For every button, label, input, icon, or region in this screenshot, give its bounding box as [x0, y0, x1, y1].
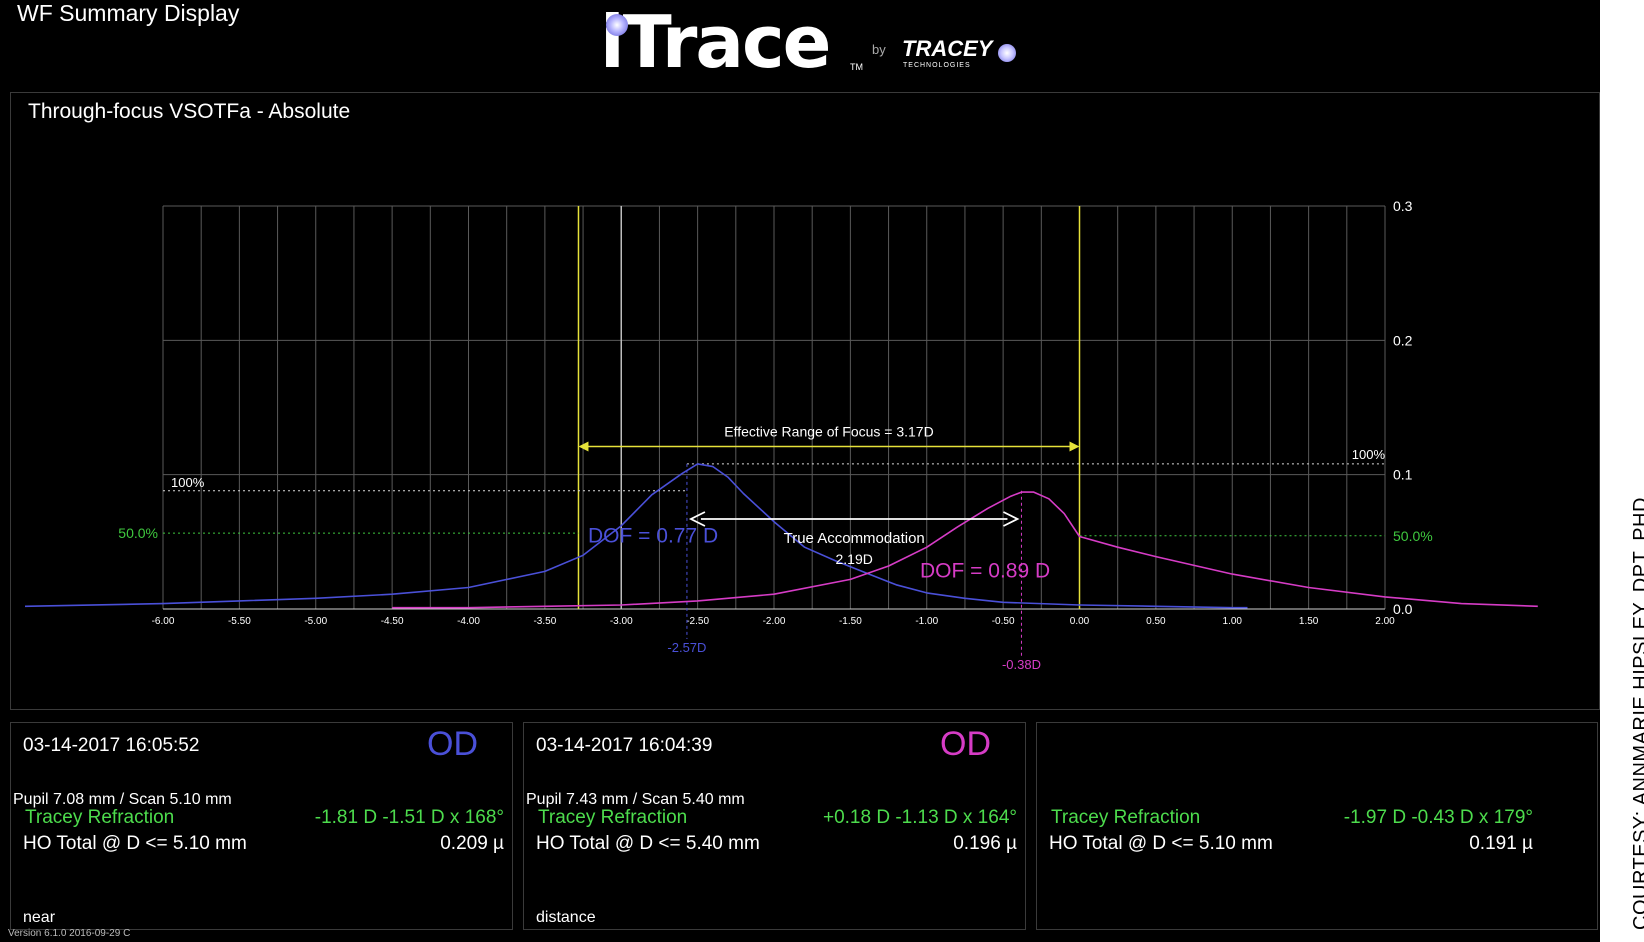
- pct100-right-label: 100%: [1352, 447, 1386, 462]
- pct50-right-label: 50.0%: [1393, 528, 1433, 544]
- refraction-label: Tracey Refraction: [538, 807, 688, 828]
- x-tick-label: -4.50: [381, 616, 404, 627]
- wf-summary-screen: WF Summary Display iTrace TM by TRACEY T…: [0, 0, 1600, 942]
- x-tick-label: 2.00: [1375, 616, 1395, 627]
- y-tick-label: 0.3: [1393, 198, 1413, 214]
- info-panel-near: 03-14-2017 16:05:52 OD Pupil 7.08 mm / S…: [10, 722, 513, 930]
- refraction-value: -1.81 D -1.51 D x 168°: [314, 807, 504, 828]
- x-tick-label: -4.00: [457, 616, 480, 627]
- version-label: Version 6.1.0 2016-09-29 C: [8, 928, 131, 939]
- eye-label: OD: [940, 725, 991, 763]
- dof-distance-label: DOF = 0.89 D: [920, 559, 1050, 582]
- range-arrow-right-head: [1069, 441, 1080, 452]
- x-tick-label: -0.50: [992, 616, 1015, 627]
- exam-tag: near: [23, 909, 56, 926]
- x-tick-label: -5.00: [304, 616, 327, 627]
- distance-peak-label: -0.38D: [1002, 657, 1041, 672]
- exam-date: 03-14-2017 16:05:52: [23, 735, 200, 756]
- near-peak-label: -2.57D: [667, 640, 706, 655]
- refraction-value: +0.18 D -1.13 D x 164°: [822, 807, 1017, 828]
- eye-label: OD: [427, 725, 478, 763]
- y-tick-label: 0.0: [1393, 601, 1413, 617]
- x-tick-label: -3.00: [610, 616, 633, 627]
- ho-total-value: 0.209 µ: [440, 833, 504, 854]
- exam-tag: distance: [536, 909, 596, 926]
- pct100-left-label: 100%: [171, 475, 205, 490]
- x-tick-label: 1.50: [1299, 616, 1319, 627]
- ho-total-label: HO Total @ D <= 5.10 mm: [23, 833, 247, 854]
- courtesy-credit: COURTESY: ANNMARIE HIPSLEY, DPT, PHD: [1630, 497, 1644, 930]
- info-panel-distance: 03-14-2017 16:04:39 OD Pupil 7.43 mm / S…: [523, 722, 1026, 930]
- pct50-left-label: 50.0%: [118, 525, 158, 541]
- ho-total-value: 0.191 µ: [1469, 833, 1533, 854]
- refraction-label: Tracey Refraction: [1051, 807, 1201, 828]
- ho-total-label: HO Total @ D <= 5.10 mm: [1049, 833, 1273, 854]
- x-tick-label: -6.00: [152, 616, 175, 627]
- refraction-label: Tracey Refraction: [25, 807, 175, 828]
- y-tick-label: 0.2: [1393, 332, 1413, 348]
- info-panel-third: Tracey Refraction -1.97 D -0.43 D x 179°…: [1036, 722, 1598, 930]
- ho-total-value: 0.196 µ: [953, 833, 1017, 854]
- y-tick-label: 0.1: [1393, 467, 1413, 483]
- x-tick-label: -1.50: [839, 616, 862, 627]
- effective-range-label: Effective Range of Focus = 3.17D: [724, 423, 933, 439]
- x-tick-label: 0.00: [1070, 616, 1090, 627]
- x-tick-label: -5.50: [228, 616, 251, 627]
- x-tick-label: 1.00: [1223, 616, 1243, 627]
- refraction-value: -1.97 D -0.43 D x 179°: [1343, 807, 1533, 828]
- x-tick-label: -2.00: [763, 616, 786, 627]
- dof-near-label: DOF = 0.77 D: [588, 525, 718, 548]
- x-tick-label: -2.50: [686, 616, 709, 627]
- through-focus-chart: 0.0 0.1 0.2 0.3 -6.00 -5.50 -5.00 -4.50 -4.00 -3.…: [24, 198, 1538, 672]
- exam-date: 03-14-2017 16:04:39: [536, 735, 713, 756]
- x-tick-label: -1.00: [915, 616, 938, 627]
- x-tick-label: -3.50: [533, 616, 556, 627]
- x-tick-label: 0.50: [1146, 616, 1166, 627]
- ho-total-label: HO Total @ D <= 5.40 mm: [536, 833, 760, 854]
- true-accommodation-label: True Accommodation: [784, 530, 925, 547]
- true-accommodation-value: 2.19D: [836, 551, 873, 567]
